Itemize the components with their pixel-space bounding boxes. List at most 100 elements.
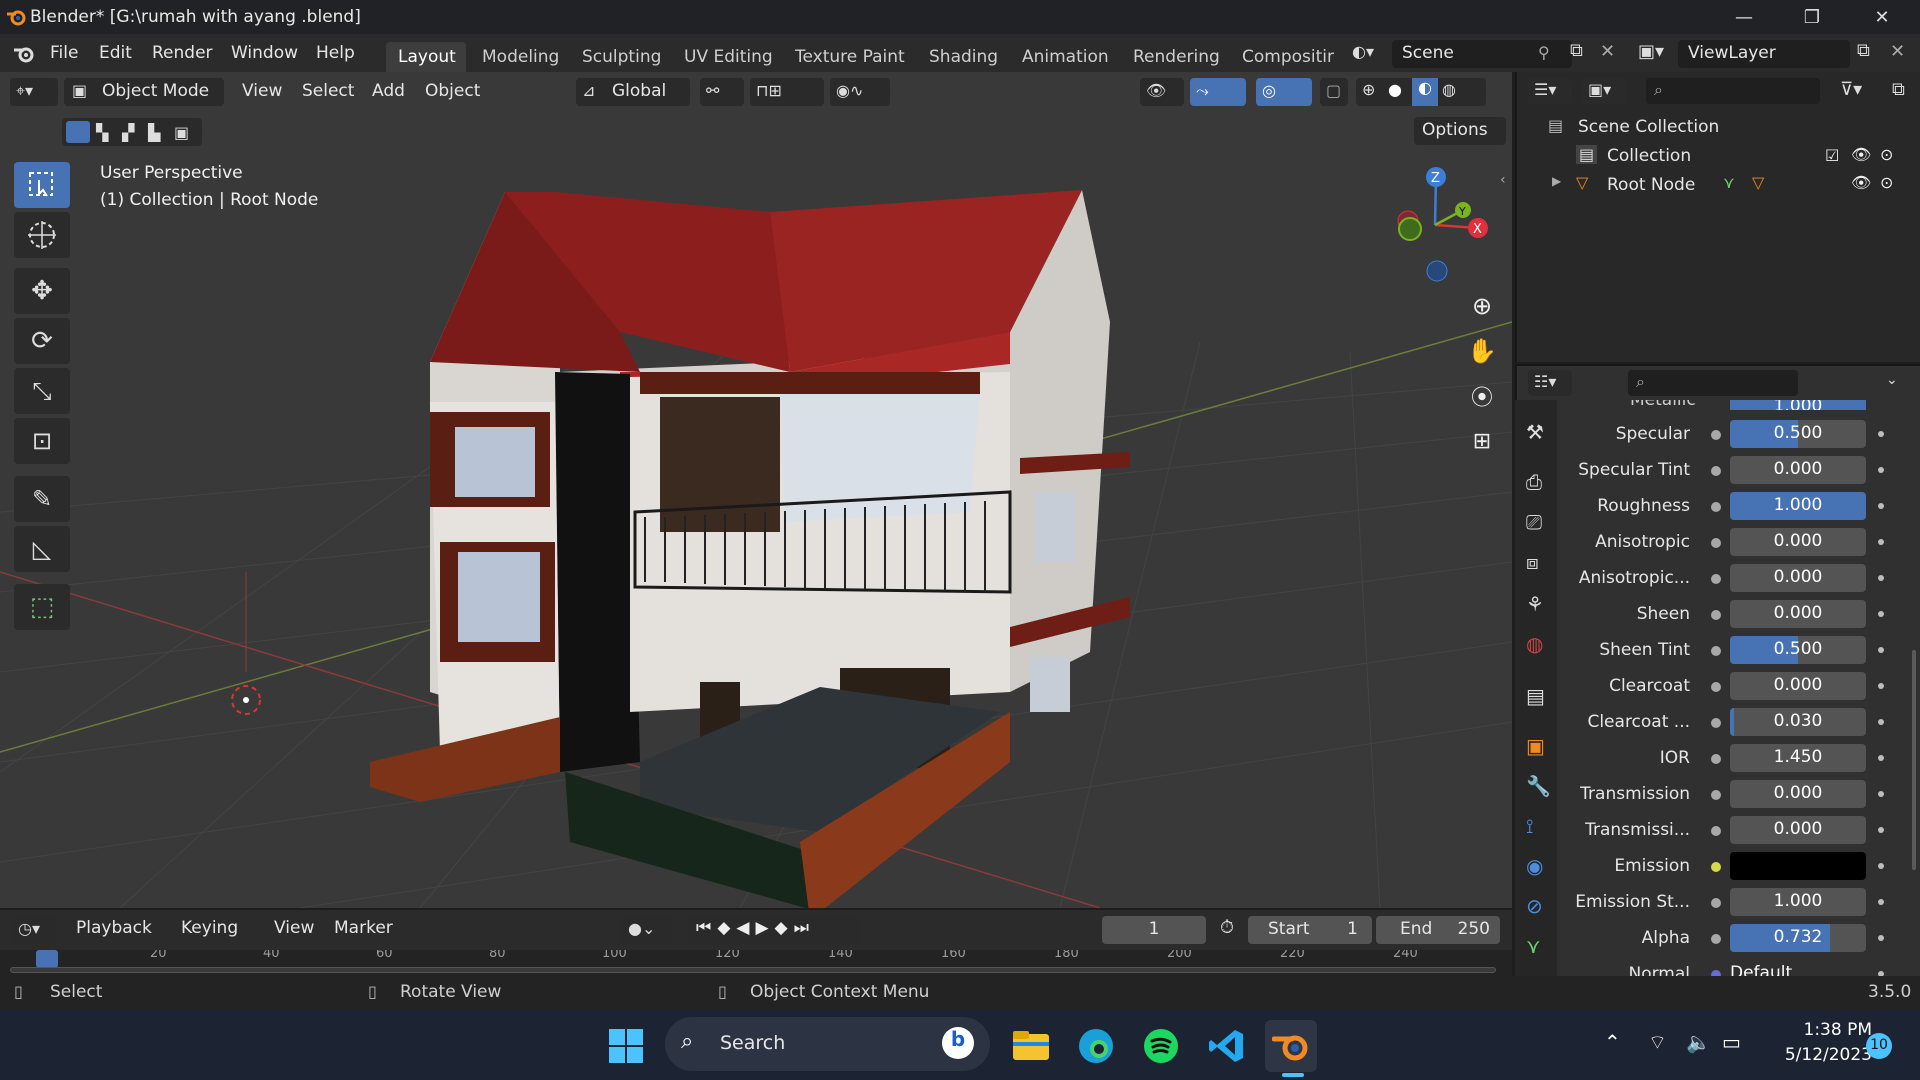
keyframe-dot-icon[interactable] — [1878, 503, 1884, 509]
menu-render[interactable]: Render — [152, 43, 213, 63]
keyframe-dot-icon[interactable] — [1878, 791, 1884, 797]
outliner-scene-collection[interactable]: Scene Collection — [1578, 117, 1719, 137]
property-value-field[interactable]: 0.500 — [1730, 636, 1866, 664]
play-icon[interactable]: ▶ — [755, 918, 774, 938]
maximize-button[interactable]: ❐ — [1782, 0, 1842, 34]
socket-dot-icon[interactable] — [1711, 502, 1721, 512]
tab-compositing[interactable]: Compositin — [1242, 42, 1334, 72]
navigation-gizmo[interactable]: Z X Y — [1380, 160, 1490, 290]
socket-dot-icon[interactable] — [1711, 790, 1721, 800]
socket-dot-icon[interactable] — [1711, 574, 1721, 584]
bing-icon[interactable]: b — [942, 1027, 974, 1059]
socket-dot-icon[interactable] — [1711, 718, 1721, 728]
properties-scrollbar[interactable] — [1912, 650, 1916, 870]
keyframe-dot-icon[interactable] — [1878, 899, 1884, 905]
pivot-icon[interactable]: ⚯ — [700, 78, 744, 106]
select-extend-icon[interactable]: ▚ — [96, 123, 108, 142]
new-scene-icon[interactable]: ⧉ — [1570, 40, 1583, 61]
playhead-marker[interactable] — [36, 950, 58, 968]
transform-tool[interactable]: ⊡ — [14, 418, 70, 464]
keyframe-dot-icon[interactable] — [1878, 719, 1884, 725]
tab-modeling[interactable]: Modeling — [482, 42, 559, 72]
new-view-layer-icon[interactable]: ⧉ — [1857, 40, 1870, 61]
select-box-tool[interactable] — [14, 162, 70, 208]
select-new-icon[interactable] — [66, 121, 90, 143]
next-keyframe-icon[interactable]: ◆ — [775, 918, 794, 938]
file-explorer-icon[interactable] — [1005, 1020, 1057, 1072]
timeline-marker-menu[interactable]: Marker — [334, 918, 393, 938]
select-intersect-icon[interactable]: ▣ — [174, 123, 189, 142]
keyframe-dot-icon[interactable] — [1878, 611, 1884, 617]
property-value-field[interactable]: 0.030 — [1730, 708, 1866, 736]
socket-dot-icon[interactable] — [1711, 934, 1721, 944]
volume-icon[interactable]: 🔈 — [1686, 1030, 1711, 1054]
overlay-toggle-icon[interactable]: ◎ — [1256, 78, 1312, 106]
menu-view[interactable]: View — [242, 81, 282, 101]
outliner-root-node[interactable]: Root Node — [1607, 175, 1695, 195]
minimize-button[interactable]: — — [1714, 0, 1774, 34]
pin-icon[interactable]: ⚲ — [1538, 43, 1550, 62]
keyframe-dot-icon[interactable] — [1878, 431, 1884, 437]
tab-animation[interactable]: Animation — [1022, 42, 1109, 72]
delete-view-layer-icon[interactable]: ✕ — [1890, 41, 1905, 62]
menu-select[interactable]: Select — [302, 81, 354, 101]
prev-keyframe-icon[interactable]: ◆ — [717, 918, 736, 938]
wifi-icon[interactable]: ⌔ — [1648, 1030, 1667, 1055]
socket-dot-icon[interactable] — [1711, 646, 1721, 656]
vscode-icon[interactable] — [1200, 1020, 1252, 1072]
keyframe-dot-icon[interactable] — [1878, 827, 1884, 833]
timeline-view-menu[interactable]: View — [274, 918, 314, 938]
editor-type-icon[interactable]: ⌖▾ — [10, 78, 58, 106]
tab-shading[interactable]: Shading — [929, 42, 998, 72]
keyframe-dot-icon[interactable] — [1878, 683, 1884, 689]
play-reverse-icon[interactable]: ◀ — [736, 918, 755, 938]
properties-editor-icon[interactable]: ☷▾ — [1528, 370, 1572, 396]
property-value-field[interactable]: 0.000 — [1730, 456, 1866, 484]
socket-dot-icon[interactable] — [1711, 826, 1721, 836]
metallic-value[interactable]: 1.000 — [1730, 400, 1866, 410]
menu-file[interactable]: File — [50, 43, 78, 63]
start-frame-field[interactable]: Start 1 — [1248, 916, 1372, 944]
timeline-keying-menu[interactable]: Keying — [181, 918, 238, 938]
tab-sculpting[interactable]: Sculpting — [582, 42, 661, 72]
clock-time[interactable]: 1:38 PM — [1772, 1020, 1873, 1040]
properties-options-icon[interactable]: ⌄ — [1886, 372, 1898, 388]
visibility-icon[interactable]: 👁 — [1140, 78, 1184, 106]
keyframe-dot-icon[interactable] — [1878, 935, 1884, 941]
battery-icon[interactable]: ▭ — [1722, 1030, 1741, 1054]
property-value-field[interactable]: 0.500 — [1730, 420, 1866, 448]
menu-window[interactable]: Window — [231, 43, 298, 63]
rotate-tool[interactable]: ⟳ — [14, 318, 70, 364]
view-layer-icon[interactable]: ▣▾ — [1638, 41, 1664, 62]
select-subtract-icon[interactable]: ▞ — [122, 123, 134, 142]
collection-visibility-icon[interactable]: 👁 — [1851, 145, 1871, 164]
tab-layout[interactable]: Layout — [386, 42, 466, 72]
clock-date[interactable]: 5/12/2023 — [1772, 1045, 1872, 1065]
socket-dot-icon[interactable] — [1711, 430, 1721, 440]
solid-shading-icon[interactable]: ● — [1388, 80, 1402, 99]
keyframe-dot-icon[interactable] — [1878, 647, 1884, 653]
property-value-field[interactable]: 1.000 — [1730, 888, 1866, 916]
perspective-toggle-icon[interactable]: ⊞ — [1462, 421, 1502, 461]
delete-scene-icon[interactable]: ✕ — [1600, 41, 1615, 62]
property-value-field[interactable]: 0.000 — [1730, 672, 1866, 700]
transform-orientation-dropdown[interactable]: ⊿ Global — [576, 78, 690, 106]
keyframe-dot-icon[interactable] — [1878, 755, 1884, 761]
timeline-scrollbar[interactable] — [10, 967, 1496, 973]
notification-badge[interactable]: 10 — [1866, 1033, 1892, 1059]
keyframe-dot-icon[interactable] — [1878, 863, 1884, 869]
3d-cursor-icon[interactable] — [231, 685, 261, 715]
snap-icon[interactable]: ⊓⊞ — [750, 78, 824, 106]
outliner-editor-icon[interactable]: ☰▾ — [1528, 78, 1572, 104]
edge-icon[interactable] — [1070, 1020, 1122, 1072]
blender-taskbar-icon[interactable] — [1265, 1020, 1317, 1072]
end-frame-field[interactable]: End 250 — [1376, 916, 1500, 944]
tray-overflow-icon[interactable]: ⌃ — [1604, 1030, 1621, 1054]
measure-tool[interactable]: ◺ — [14, 526, 70, 572]
timeline-editor-icon[interactable]: ◷▾ — [12, 916, 56, 944]
property-value-field[interactable] — [1730, 852, 1866, 880]
root-render-icon[interactable]: ⊙ — [1880, 173, 1893, 192]
wireframe-shading-icon[interactable]: ⊕ — [1362, 80, 1375, 99]
mode-dropdown[interactable]: ▣ Object Mode — [64, 78, 224, 106]
property-value-field[interactable]: 1.450 — [1730, 744, 1866, 772]
